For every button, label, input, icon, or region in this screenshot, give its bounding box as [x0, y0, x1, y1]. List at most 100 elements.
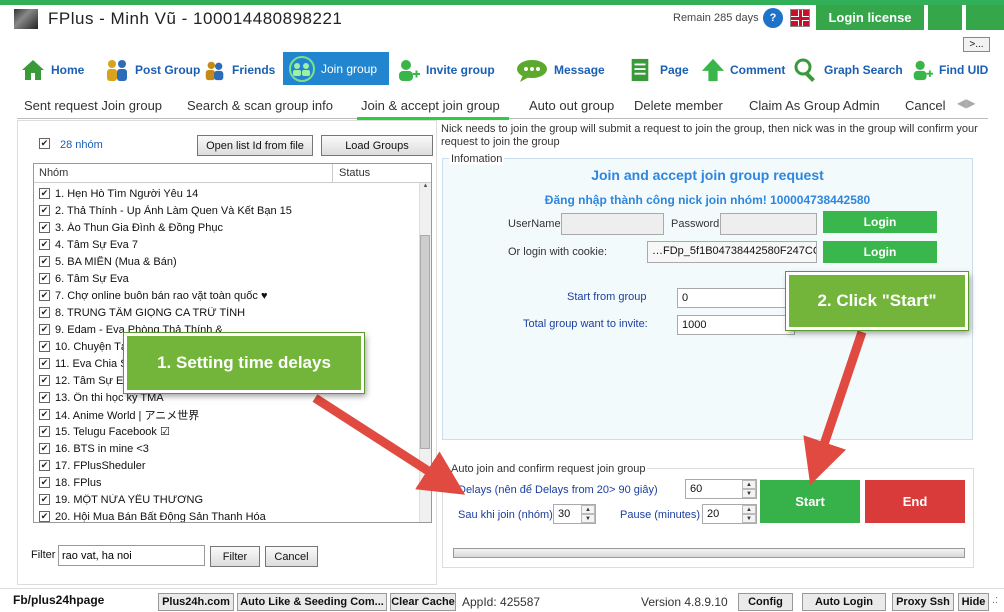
row-checkbox[interactable]: ✔ — [39, 477, 50, 488]
nav-graph-search[interactable]: Graph Search — [793, 56, 903, 84]
tab-scroll-arrows[interactable]: ◀▶ — [957, 96, 985, 110]
after-join-stepper[interactable]: ▲ ▼ — [581, 505, 595, 523]
delays-stepper[interactable]: ▲ ▼ — [742, 480, 756, 498]
nav-find-uid[interactable]: Find UID — [910, 56, 988, 84]
nav-comment[interactable]: Comment — [701, 56, 785, 84]
list-scrollbar[interactable]: ▲ — [419, 183, 431, 522]
filter-input[interactable] — [58, 545, 205, 566]
minimize-button[interactable] — [928, 5, 962, 30]
nav-friends[interactable]: Friends — [203, 56, 275, 84]
row-checkbox[interactable]: ✔ — [39, 188, 50, 199]
pause-stepper[interactable]: ▲ ▼ — [742, 505, 756, 523]
username-input[interactable] — [561, 213, 664, 235]
table-row[interactable]: ✔ 3. Áo Thun Gia Đình & Đồng Phục — [34, 219, 422, 236]
row-checkbox[interactable]: ✔ — [39, 273, 50, 284]
cookie-login-button[interactable]: Login — [823, 241, 937, 263]
row-checkbox[interactable]: ✔ — [39, 409, 50, 420]
login-button[interactable]: Login — [823, 211, 937, 233]
cancel-button[interactable]: Cancel — [265, 546, 318, 567]
facebook-page-link[interactable]: Fb/plus24hpage — [13, 593, 104, 607]
table-row[interactable]: ✔ 20. Hội Mua Bán Bất Động Sản Thanh Hóa — [34, 508, 422, 522]
row-checkbox[interactable]: ✔ — [39, 222, 50, 233]
proxy-ssh-button[interactable]: Proxy Ssh — [892, 593, 954, 611]
row-checkbox[interactable]: ✔ — [39, 392, 50, 403]
callout-step-one: 1. Setting time delays — [124, 333, 364, 393]
table-row[interactable]: ✔ 15. Telugu Facebook ☑ — [34, 423, 422, 440]
search-icon — [794, 58, 815, 82]
start-button[interactable]: Start — [760, 480, 860, 523]
auto-join-legend: Auto join and confirm request join group — [449, 463, 648, 475]
table-row[interactable]: ✔ 16. BTS in mine <3 — [34, 440, 422, 457]
column-header-group[interactable]: Nhóm — [39, 167, 68, 179]
config-button[interactable]: Config — [738, 593, 793, 611]
row-checkbox[interactable]: ✔ — [39, 494, 50, 505]
chevron-left-icon[interactable]: ◀ — [957, 96, 966, 110]
nav-post-group[interactable]: Post Group — [104, 56, 200, 84]
table-row[interactable]: ✔ 2. Thả Thính - Up Ảnh Làm Quen Và Kết B… — [34, 202, 422, 219]
table-row[interactable]: ✔ 14. Anime World | アニメ世界 — [34, 406, 422, 423]
row-checkbox[interactable]: ✔ — [39, 511, 50, 522]
clear-cache-button[interactable]: Clear Cache — [390, 593, 456, 611]
row-checkbox[interactable]: ✔ — [39, 239, 50, 250]
column-header-status[interactable]: Status — [339, 167, 370, 179]
row-checkbox[interactable]: ✔ — [39, 290, 50, 301]
cookie-input[interactable]: …FDp_5f1B04738442580F247CC; — [647, 241, 817, 263]
table-row[interactable]: ✔ 4. Tâm Sự Eva 7 — [34, 236, 422, 253]
tab-search-scan[interactable]: Search & scan group info — [187, 98, 333, 113]
load-groups-button[interactable]: Load Groups — [321, 135, 433, 156]
tab-claim-admin[interactable]: Claim As Group Admin — [749, 98, 880, 113]
tab-join-accept[interactable]: Join & accept join group — [361, 98, 500, 113]
filter-button[interactable]: Filter — [210, 546, 260, 567]
delays-label: Delays (nên để Delays from 20> 90 giây) — [458, 484, 658, 496]
comment-icon — [701, 58, 725, 82]
row-checkbox[interactable]: ✔ — [39, 205, 50, 216]
chevron-right-icon[interactable]: ▶ — [966, 96, 975, 110]
resize-grip-icon[interactable]: .: — [992, 594, 998, 606]
more-button[interactable]: >... — [963, 37, 990, 52]
row-checkbox[interactable]: ✔ — [39, 307, 50, 318]
row-checkbox[interactable]: ✔ — [39, 256, 50, 267]
nav-invite-group[interactable]: Invite group — [395, 56, 495, 84]
scroll-thumb[interactable] — [420, 235, 430, 449]
row-checkbox[interactable]: ✔ — [39, 460, 50, 471]
hide-button[interactable]: Hide — [958, 593, 989, 611]
table-row[interactable]: ✔ 1. Hẹn Hò Tìm Người Yêu 14 — [34, 185, 422, 202]
language-flag-icon[interactable] — [790, 9, 810, 27]
end-button[interactable]: End — [865, 480, 965, 523]
tab-cancel[interactable]: Cancel — [905, 98, 959, 113]
tab-auto-out[interactable]: Auto out group — [529, 98, 614, 113]
row-checkbox[interactable]: ✔ — [39, 324, 50, 335]
tab-delete-member[interactable]: Delete member — [634, 98, 723, 113]
table-row[interactable]: ✔ 5. BA MIỀN (Mua & Bán) — [34, 253, 422, 270]
select-all-checkbox[interactable]: ✔ — [39, 138, 50, 149]
table-row[interactable]: ✔ 17. FPlusSheduler — [34, 457, 422, 474]
row-checkbox[interactable]: ✔ — [39, 426, 50, 437]
row-checkbox[interactable]: ✔ — [39, 358, 50, 369]
group-name: 8. TRUNG TÂM GIỌNG CA TRỮ TÌNH — [55, 306, 246, 319]
row-checkbox[interactable]: ✔ — [39, 341, 50, 352]
site-link-button[interactable]: Plus24h.com — [158, 593, 234, 611]
nav-home[interactable]: Home — [20, 56, 84, 84]
close-button[interactable] — [966, 5, 1004, 30]
nav-message[interactable]: Message — [515, 56, 605, 84]
auto-like-button[interactable]: Auto Like & Seeding Com... — [237, 593, 387, 611]
nav-join-group[interactable]: Join group — [283, 52, 389, 85]
cookie-label: Or login with cookie: — [508, 246, 608, 258]
table-row[interactable]: ✔ 6. Tâm Sự Eva — [34, 270, 422, 287]
nav-page[interactable]: Page — [628, 56, 689, 84]
group-name: 19. MỘT NỬA YÊU THƯƠNG — [55, 493, 204, 506]
table-row[interactable]: ✔ 8. TRUNG TÂM GIỌNG CA TRỮ TÌNH — [34, 304, 422, 321]
login-license-button[interactable]: Login license — [816, 5, 924, 30]
tab-sent-request[interactable]: Sent request Join group — [24, 98, 162, 113]
table-row[interactable]: ✔ 7. Chợ online buôn bán rao vặt toàn quố… — [34, 287, 422, 304]
row-checkbox[interactable]: ✔ — [39, 375, 50, 386]
auto-login-button[interactable]: Auto Login — [802, 593, 886, 611]
password-input[interactable] — [720, 213, 817, 235]
table-row[interactable]: ✔ 19. MỘT NỬA YÊU THƯƠNG — [34, 491, 422, 508]
open-list-button[interactable]: Open list Id from file — [197, 135, 313, 156]
start-from-input[interactable]: 0 — [677, 288, 795, 308]
table-row[interactable]: ✔ 18. FPlus — [34, 474, 422, 491]
help-icon[interactable]: ? — [763, 8, 783, 28]
total-group-input[interactable]: 1000 — [677, 315, 795, 335]
row-checkbox[interactable]: ✔ — [39, 443, 50, 454]
